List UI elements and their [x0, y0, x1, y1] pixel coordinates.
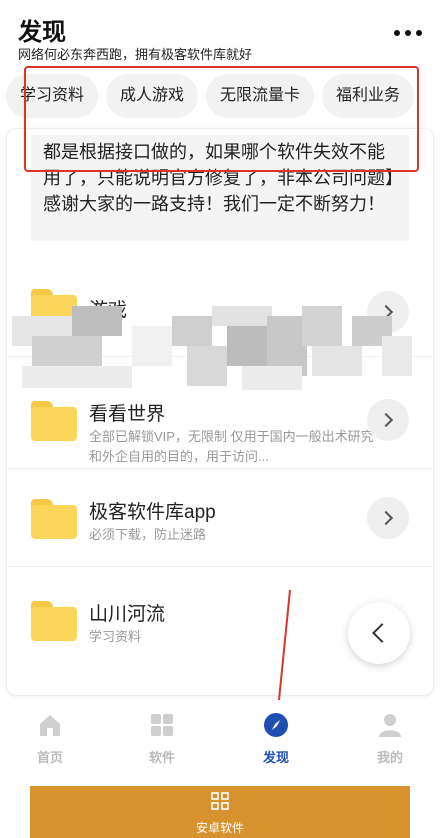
chevron-right-icon[interactable]	[367, 497, 409, 539]
category-chips: 学习资料 成人游戏 无限流量卡 福利业务	[0, 74, 444, 122]
tab-software-label: 软件	[148, 750, 175, 765]
grid-icon	[151, 714, 173, 736]
list-item-title: 看看世界	[89, 404, 166, 425]
bottom-tab-bar: 首页 软件 发现 我的	[0, 700, 444, 784]
chevron-left-icon[interactable]	[348, 602, 410, 664]
list-item-title: 山川河流	[89, 604, 166, 625]
list-item-title: 极客软件库app	[89, 502, 216, 523]
person-icon	[379, 714, 401, 737]
chip-study[interactable]: 学习资料	[6, 74, 99, 118]
tab-software[interactable]: 软件	[122, 712, 202, 766]
tab-discover[interactable]: 发现	[236, 712, 316, 766]
list-item-desc: 学习资料	[89, 629, 142, 644]
list-item-desc: 全部已解锁VIP，无限制 仅用于国内一般出术研究和外企自用的目的，用于访问...	[89, 429, 374, 464]
tab-discover-label: 发现	[262, 750, 289, 765]
pixelated-redaction	[12, 296, 428, 392]
chip-unlimited-data-card[interactable]: 无限流量卡	[206, 74, 315, 118]
home-icon	[40, 715, 60, 736]
list-item-desc: 必须下载，防止迷路	[89, 527, 207, 542]
notice-text: 都是根据接口做的，如果哪个软件失效不能用了，只能说明官方修复了，非本公司问题】感…	[31, 135, 409, 241]
chevron-right-icon[interactable]	[367, 399, 409, 441]
page-subtitle: 网络何必东奔西跑，拥有极客软件库就好	[18, 47, 253, 62]
tab-mine[interactable]: 我的	[350, 712, 430, 766]
chip-adult-games[interactable]: 成人游戏	[106, 74, 199, 118]
folder-icon	[31, 601, 77, 641]
grid-icon	[211, 792, 229, 810]
list-item-geek-app[interactable]: 极客软件库app 必须下载，防止迷路	[7, 471, 433, 567]
tab-home-label: 首页	[36, 750, 63, 765]
more-icon[interactable]	[394, 30, 422, 36]
page-title: 发现	[18, 19, 66, 46]
banner-label: 安卓软件	[195, 821, 244, 835]
chip-welfare[interactable]: 福利业务	[322, 74, 415, 118]
header: 发现 网络何必东奔西跑，拥有极客软件库就好	[0, 0, 444, 66]
tab-home[interactable]: 首页	[10, 712, 90, 766]
compass-icon	[264, 713, 288, 737]
android-software-banner[interactable]: 安卓软件	[30, 786, 410, 838]
folder-icon	[31, 499, 77, 539]
tab-mine-label: 我的	[376, 750, 403, 765]
folder-icon	[31, 401, 77, 441]
